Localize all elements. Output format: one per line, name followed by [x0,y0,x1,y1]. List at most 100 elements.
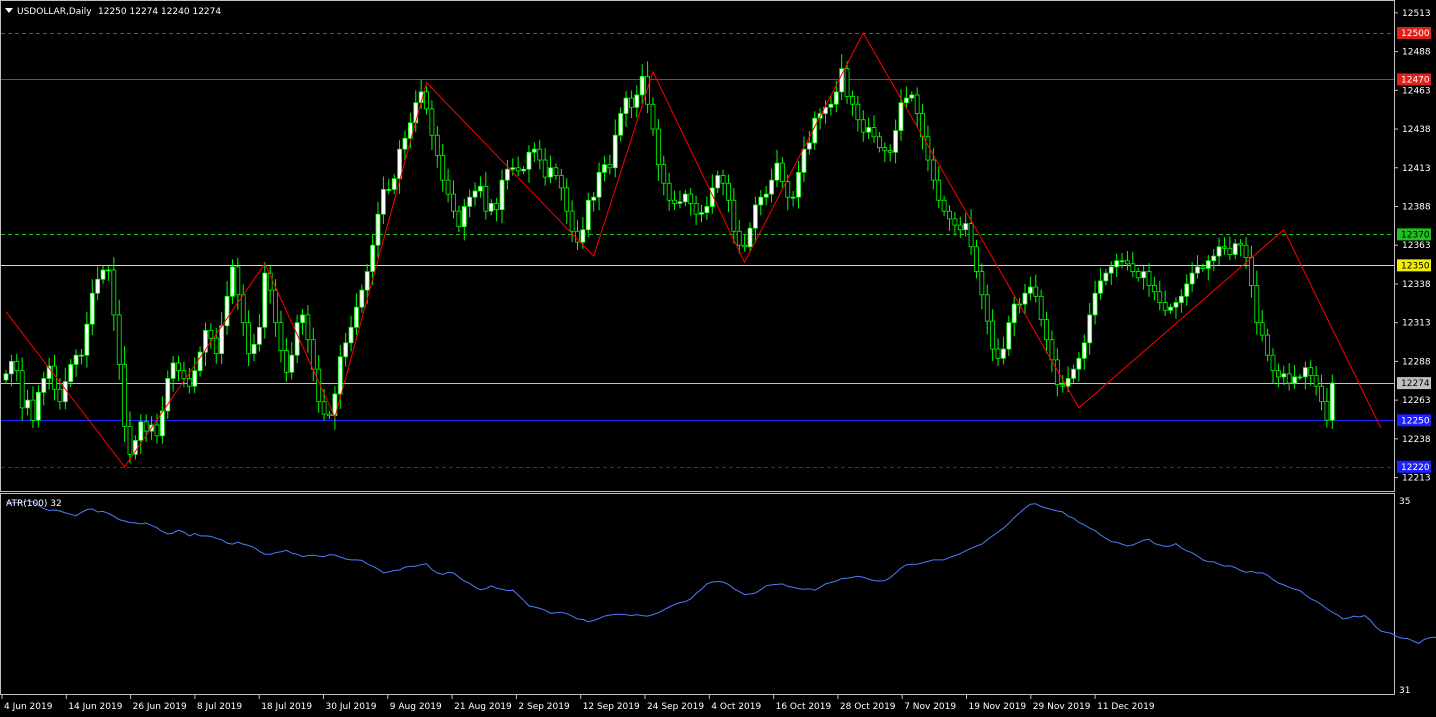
time-tick-label: 19 Nov 2019 [969,702,1027,712]
candle-body [1302,367,1308,378]
level-price-label: 12350 [1401,261,1430,271]
time-tick-label: 9 Aug 2019 [390,702,442,712]
candle-body [704,206,710,214]
candle-body [472,190,478,198]
candle-body [127,426,133,455]
candle-body [1222,246,1227,249]
candle-body [1081,342,1087,359]
candle-body [866,127,872,133]
candle-body [1125,260,1130,265]
candle-body [310,339,316,370]
time-tick-label: 4 Oct 2019 [711,702,761,712]
candle-body [251,343,257,355]
candle-body [893,130,898,153]
candle-body [305,314,311,341]
candle-body [456,210,462,228]
candle-body [1281,373,1287,378]
candle-body [1189,272,1195,285]
time-tick-label: 18 Jul 2019 [261,702,312,712]
candle-body [974,246,979,272]
candle-body [812,117,818,144]
candle-body [979,271,985,296]
candle-body [1076,357,1082,370]
candle-body [634,94,640,108]
atr-line [5,500,1436,644]
candle-body [607,164,613,169]
candle-body [903,97,909,104]
candle-body [348,326,354,344]
time-tick-label: 21 Aug 2019 [454,702,512,712]
candle-body [909,94,915,99]
candle-body [1329,382,1335,421]
candle-body [510,167,516,170]
candle-body [882,147,888,152]
candle-body [1135,271,1141,279]
candle-body [327,413,332,417]
price-tick-label: 12438 [1402,125,1431,135]
candle-body [1049,339,1055,361]
candle-body [995,348,1001,359]
candle-body [968,223,974,248]
candle-body [1243,244,1249,259]
candle-body [1270,354,1276,372]
candle-body [181,370,187,379]
price-tick-label: 12513 [1402,9,1431,19]
atr-scale-bottom: 31 [1399,686,1410,696]
candle-body [548,167,553,178]
candle-body [434,134,440,156]
candle-body [256,326,262,345]
candle-body [612,134,618,169]
candle-body [1200,266,1206,269]
candle-body [984,294,990,322]
atr-polyline [5,500,1436,644]
candle-body [726,182,731,201]
candle-body [1027,286,1033,294]
candle-body [429,108,435,136]
candle-body [73,354,79,365]
candle-body [283,350,289,373]
indicator-panel-frame [0,493,1395,695]
candle-body [688,193,694,204]
price-tick-label: 12488 [1402,48,1431,58]
time-tick-label: 24 Sep 2019 [647,702,704,712]
candle-body [461,206,467,228]
candle-body [1324,401,1330,421]
candle-body [84,323,90,356]
candle-body [682,193,688,203]
candle-body [569,210,575,232]
candle-body [1211,255,1217,262]
chart-window[interactable]: 12513 12488 12463 12438 12413 12388 12363 12338… [0,0,1436,717]
candle-body [224,295,230,327]
candle-body [424,91,429,110]
candle-body [758,196,764,206]
candle-body [747,227,753,248]
candle-body [116,314,122,365]
candle-body [370,244,376,272]
price-tick-label: 12338 [1402,280,1431,290]
atr-label: ATR(100) 32 [6,499,62,509]
triangle-down-icon[interactable] [5,8,13,13]
candle-body [132,440,138,455]
candle-body [337,356,343,395]
candle-body [1151,285,1157,293]
candle-body [639,75,645,96]
time-tick-label: 16 Oct 2019 [776,702,832,712]
candle-body [1195,266,1200,274]
price-tick-label: 12213 [1402,474,1431,484]
candle-body [1022,292,1028,305]
candle-body [1011,303,1017,324]
candle-body [790,196,796,199]
candle-body [1227,247,1233,255]
candle-body [801,148,807,173]
candle-body [947,210,952,220]
candle-body [645,75,650,105]
candle-body [219,325,225,355]
candle-body [170,362,176,379]
candle-body [860,119,866,133]
price-panel-frame [0,0,1395,492]
candle-body [262,272,268,328]
candle-body [1205,260,1211,269]
candle-body [763,193,769,198]
candle-body [1319,385,1324,403]
time-axis: 4 Jun 2019 14 Jun 2019 26 Jun 2019 8 Jul 20… [1,695,1155,712]
